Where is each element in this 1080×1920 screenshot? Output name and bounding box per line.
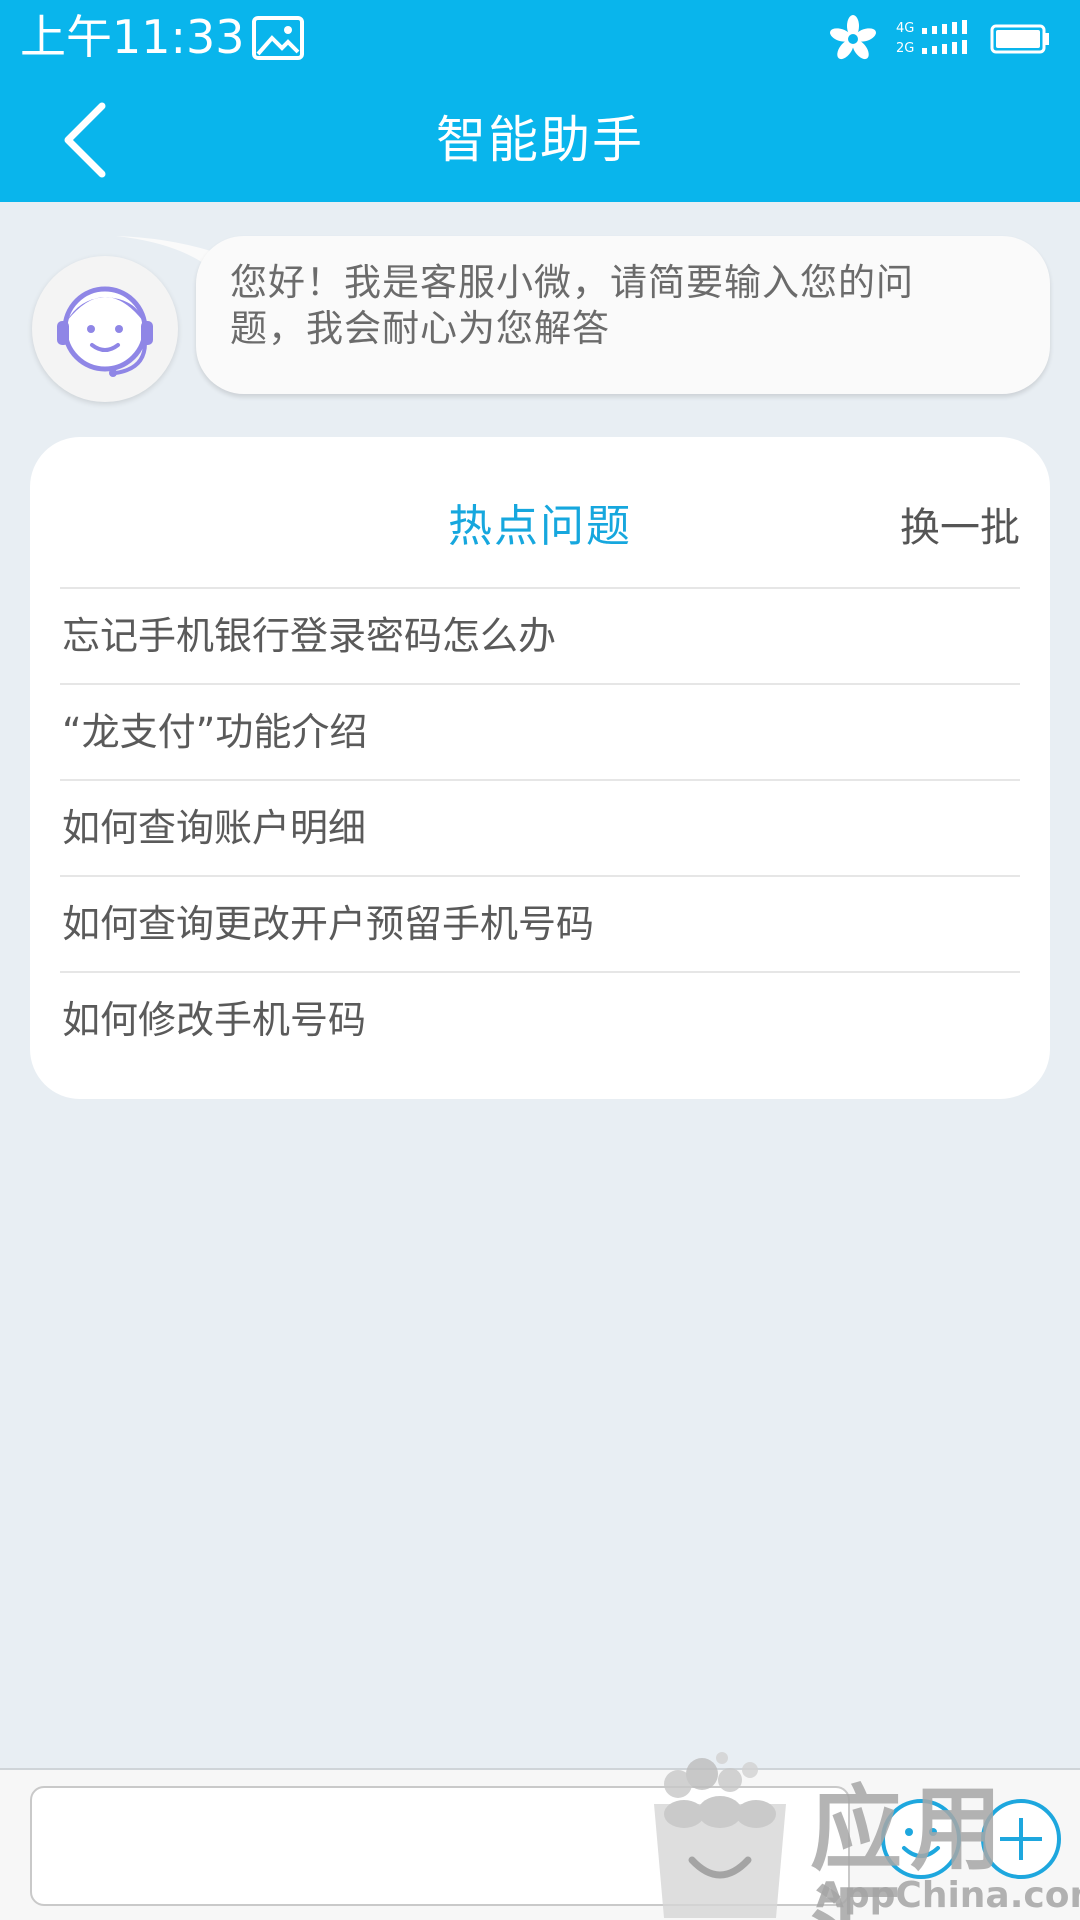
page-title: 智能助手 [436, 111, 644, 169]
status-time: 上午11:33 [20, 10, 245, 64]
flower-icon [830, 15, 876, 60]
question-item[interactable]: 如何修改手机号码 [60, 971, 1020, 1067]
question-item[interactable]: “龙支付”功能介绍 [60, 683, 1020, 779]
battery-icon [990, 24, 1049, 54]
network-label-bottom: 2G [896, 41, 914, 56]
hot-questions-title: 热点问题 [448, 501, 632, 552]
title-bar: 智能助手 [0, 78, 1080, 202]
add-icon [981, 1799, 1061, 1879]
add-attachment-button[interactable] [978, 1796, 1064, 1882]
hot-questions-card: 热点问题 换一批 忘记手机银行登录密码怎么办 “龙支付”功能介绍 如何查询账户明… [30, 437, 1050, 1099]
status-bar: 上午11:33 4G 2G [0, 0, 1080, 78]
question-item[interactable]: 忘记手机银行登录密码怎么办 [60, 587, 1020, 683]
welcome-line-2: 题，我会耐心为您解答 [230, 307, 610, 350]
network-label-top: 4G [896, 21, 914, 36]
gallery-icon [252, 16, 304, 60]
input-bar [0, 1768, 1080, 1920]
message-input[interactable] [30, 1786, 850, 1906]
question-list: 忘记手机银行登录密码怎么办 “龙支付”功能介绍 如何查询账户明细 如何查询更改开… [60, 587, 1020, 1067]
emoji-icon [881, 1799, 961, 1879]
emoji-button[interactable] [878, 1796, 964, 1882]
welcome-message-bubble: 您好！我是客服小微，请简要输入您的问 题，我会耐心为您解答 [196, 236, 1050, 394]
signal-icon: 4G 2G [896, 20, 967, 56]
refresh-questions-button[interactable]: 换一批 [900, 501, 1020, 555]
question-item[interactable]: 如何查询更改开户预留手机号码 [60, 875, 1020, 971]
welcome-line-1: 您好！我是客服小微，请简要输入您的问 [230, 261, 914, 304]
question-item[interactable]: 如何查询账户明细 [60, 779, 1020, 875]
